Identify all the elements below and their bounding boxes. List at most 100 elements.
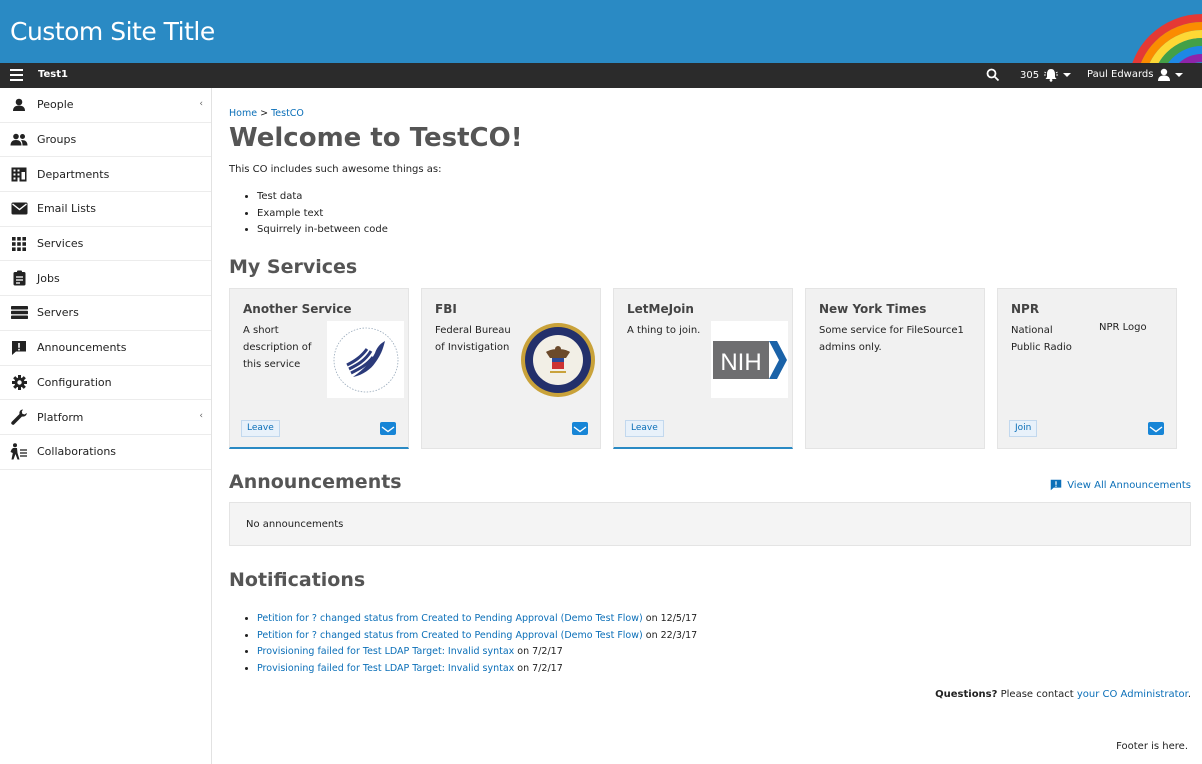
notifications-list: Petition for ? changed status from Creat… (257, 611, 697, 678)
notification-date: on 12/5/17 (642, 613, 698, 624)
leave-button[interactable]: Leave (241, 420, 280, 437)
group-icon (10, 132, 28, 148)
sidebar-item-label: Platform (37, 410, 84, 424)
site-banner: Custom Site Title (0, 0, 1202, 63)
footer-text: Footer is here. (1116, 741, 1188, 752)
clipboard-icon (10, 270, 28, 286)
list-item: Provisioning failed for Test LDAP Target… (257, 644, 697, 661)
notification-link[interactable]: Petition for ? changed status from Creat… (257, 630, 643, 641)
notification-count: 305 (1020, 69, 1040, 81)
grid-icon (10, 236, 28, 252)
list-item: Squirrely in-between code (257, 222, 388, 239)
service-card-npr[interactable]: NPR National Public Radio NPR Logo Join (997, 288, 1177, 449)
service-description: A short description of this service (243, 325, 312, 370)
envelope-icon (10, 201, 28, 217)
nih-logo-text: NIH (720, 349, 761, 376)
breadcrumb-separator: > (260, 108, 269, 119)
sidebar-item-configuration[interactable]: Configuration (0, 366, 211, 401)
collaborations-icon (10, 443, 28, 460)
announcements-panel: No announcements (229, 502, 1191, 546)
sidebar-item-people[interactable]: People ‹ (0, 88, 211, 123)
sidebar-item-email-lists[interactable]: Email Lists (0, 192, 211, 227)
sidebar-item-announcements[interactable]: Announcements (0, 331, 211, 366)
service-name: New York Times (819, 302, 927, 316)
service-card-new-york-times[interactable]: New York Times Some service for FileSour… (805, 288, 985, 449)
service-name: FBI (435, 302, 457, 316)
co-name[interactable]: Test1 (38, 69, 68, 80)
service-card-letmejoin[interactable]: LetMeJoin A thing to join. NIH Leave (613, 288, 793, 449)
email-icon[interactable] (380, 422, 396, 435)
sidebar-item-departments[interactable]: Departments (0, 157, 211, 193)
service-description: Some service for FileSource1 admins only… (819, 325, 964, 353)
notification-date: on 7/2/17 (514, 646, 563, 658)
announcements-heading: Announcements (229, 471, 402, 493)
service-name: Another Service (243, 302, 352, 316)
service-card-fbi[interactable]: FBI Federal Bureau of Invistigation (421, 288, 601, 449)
site-title[interactable]: Custom Site Title (10, 17, 215, 46)
sidebar-item-servers[interactable]: Servers (0, 296, 211, 331)
leave-button[interactable]: Leave (625, 420, 664, 437)
sidebar-item-collaborations[interactable]: Collaborations (0, 435, 211, 470)
email-icon[interactable] (572, 422, 588, 435)
sidebar-item-platform[interactable]: Platform ‹ (0, 400, 211, 435)
search-icon[interactable] (985, 67, 1001, 83)
sidebar: People ‹ Groups Departments Email Lists … (0, 88, 212, 764)
chevron-down-icon (1063, 73, 1072, 77)
sidebar-item-label: Email Lists (37, 202, 96, 216)
chevron-down-icon (1175, 72, 1184, 77)
list-item: Provisioning failed for Test LDAP Target… (257, 661, 697, 678)
sidebar-item-label: Servers (37, 306, 79, 320)
sidebar-item-label: Jobs (37, 271, 60, 285)
notifications-heading: Notifications (229, 569, 366, 591)
service-description: National Public Radio (1011, 325, 1072, 353)
intro-text: This CO includes such awesome things as: (229, 164, 442, 175)
services-cards: Another Service A short description of t… (229, 288, 1191, 449)
sidebar-item-label: Collaborations (37, 445, 117, 459)
server-icon (10, 305, 28, 321)
notification-link[interactable]: Provisioning failed for Test LDAP Target… (257, 663, 514, 674)
service-description: Federal Bureau of Invistigation (435, 325, 511, 353)
my-services-heading: My Services (229, 256, 358, 278)
service-name: NPR (1011, 302, 1040, 316)
contact-end: . (1187, 689, 1191, 700)
join-button[interactable]: Join (1009, 420, 1038, 437)
contact-text: Please contact (997, 689, 1077, 700)
sidebar-item-groups[interactable]: Groups (0, 123, 211, 158)
sidebar-item-services[interactable]: Services (0, 227, 211, 262)
user-icon (1158, 68, 1171, 81)
list-item: Petition for ? changed status from Creat… (257, 628, 697, 645)
bell-icon (1044, 69, 1059, 82)
no-announcements-text: No announcements (246, 519, 344, 530)
notification-date: on 7/2/17 (514, 663, 563, 675)
service-card-another-service[interactable]: Another Service A short description of t… (229, 288, 409, 449)
hamburger-menu-icon[interactable] (10, 69, 23, 81)
co-administrator-link[interactable]: your CO Administrator (1077, 689, 1188, 700)
npr-logo-alt-text: NPR Logo (1099, 322, 1147, 333)
view-all-announcements-link[interactable]: View All Announcements (1050, 479, 1191, 491)
sidebar-item-label: Configuration (37, 375, 112, 389)
notifications-menu[interactable]: 305 (1020, 68, 1072, 82)
questions-label: Questions? (935, 689, 998, 700)
list-item: Example text (257, 206, 388, 223)
breadcrumb: Home > TestCO (229, 108, 304, 119)
service-name: LetMeJoin (627, 302, 694, 316)
gear-icon (10, 374, 28, 390)
top-navigation-bar: Test1 305 Paul Edwards (0, 63, 1202, 88)
notification-link[interactable]: Provisioning failed for Test LDAP Target… (257, 646, 514, 657)
announcement-icon (1050, 479, 1062, 491)
sidebar-item-jobs[interactable]: Jobs (0, 261, 211, 297)
notification-link[interactable]: Petition for ? changed status from Creat… (257, 613, 643, 624)
breadcrumb-current-link[interactable]: TestCO (271, 108, 304, 119)
notification-date: on 22/3/17 (642, 629, 698, 641)
email-icon[interactable] (1148, 422, 1164, 435)
chevron-left-icon[interactable]: ‹ (199, 99, 203, 109)
hhs-seal-logo (327, 321, 404, 398)
user-menu[interactable]: Paul Edwards (1087, 68, 1184, 81)
wrench-icon (10, 409, 28, 425)
contact-line: Questions? Please contact your CO Admini… (935, 689, 1191, 700)
page-title: Welcome to TestCO! (229, 123, 523, 153)
breadcrumb-home-link[interactable]: Home (229, 108, 257, 119)
view-all-label: View All Announcements (1067, 479, 1191, 491)
chevron-left-icon[interactable]: ‹ (199, 411, 203, 421)
nih-logo: NIH (711, 321, 788, 398)
